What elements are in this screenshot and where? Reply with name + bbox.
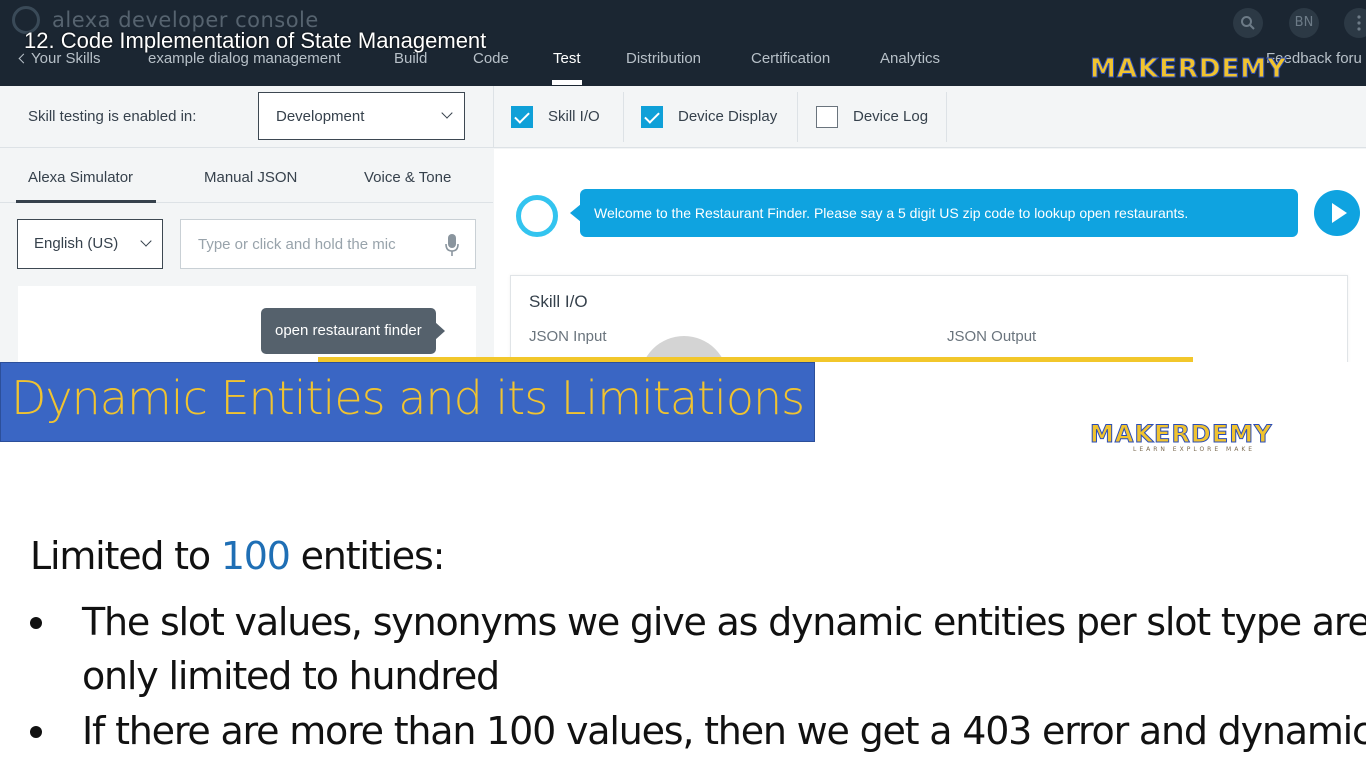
- nav-tab-distribution[interactable]: Distribution: [626, 50, 701, 67]
- makerdemy-logo-watermark-top: MAKERDEMY: [1090, 54, 1287, 85]
- utterance-input[interactable]: Type or click and hold the mic: [180, 219, 476, 269]
- makerdemy-tagline: LEARN EXPLORE MAKE: [1133, 446, 1256, 453]
- active-tab-indicator: [16, 200, 156, 203]
- locale-dropdown[interactable]: English (US): [17, 219, 163, 269]
- more-vertical-icon: [1357, 15, 1361, 31]
- bullet-dot: [30, 726, 42, 738]
- divider: [493, 86, 494, 148]
- skill-io-card: Skill I/O JSON Input JSON Output: [510, 275, 1348, 362]
- search-icon: [1241, 16, 1255, 30]
- slide-heading: Limited to 100 entities:: [30, 534, 446, 578]
- bullet-2-line-1: If there are more than 100 values, then …: [82, 709, 1366, 753]
- bullet-1-line-2: only limited to hundred: [82, 654, 500, 698]
- skill-io-card-title: Skill I/O: [529, 292, 588, 311]
- device-display-label: Device Display: [678, 108, 778, 125]
- tab-voice-and-tone[interactable]: Voice & Tone: [364, 169, 451, 186]
- makerdemy-logo: MAKERDEMY: [1090, 420, 1273, 449]
- search-button[interactable]: [1233, 8, 1263, 38]
- tab-manual-json[interactable]: Manual JSON: [204, 169, 297, 186]
- stage-dropdown[interactable]: Development: [258, 92, 465, 140]
- chevron-down-icon: [140, 235, 152, 247]
- device-log-label: Device Log: [853, 108, 929, 125]
- skill-io-checkbox[interactable]: [511, 106, 533, 128]
- device-log-checkbox[interactable]: [816, 106, 838, 128]
- video-frame: alexa developer console Your Skills exam…: [0, 0, 1366, 768]
- stage-dropdown-value: Development: [276, 108, 365, 125]
- active-tab-indicator: [552, 80, 582, 85]
- presentation-slide: Dynamic Entities and its Limitations MAK…: [0, 362, 1366, 768]
- locale-value: English (US): [34, 235, 119, 252]
- alexa-ring-icon: [516, 195, 558, 237]
- nav-tab-test[interactable]: Test: [553, 50, 581, 67]
- slide-title-banner: Dynamic Entities and its Limitations: [0, 362, 815, 442]
- alexa-console-screenshot: alexa developer console Your Skills exam…: [0, 0, 1366, 362]
- play-response-button[interactable]: [1314, 190, 1360, 236]
- video-title: 12. Code Implementation of State Managem…: [24, 28, 487, 53]
- heading-number: 100: [220, 534, 291, 578]
- divider: [797, 92, 798, 142]
- json-input-label: JSON Input: [529, 328, 607, 345]
- skill-testing-toolbar: Skill testing is enabled in: Development…: [0, 86, 1366, 148]
- nav-tab-analytics[interactable]: Analytics: [880, 50, 940, 67]
- skill-testing-label: Skill testing is enabled in:: [28, 108, 197, 125]
- slide-title: Dynamic Entities and its Limitations: [11, 371, 805, 425]
- chevron-down-icon: [441, 107, 453, 119]
- tab-alexa-simulator[interactable]: Alexa Simulator: [28, 169, 133, 186]
- microphone-icon[interactable]: [445, 233, 459, 257]
- heading-suffix: entities:: [289, 534, 446, 578]
- user-avatar[interactable]: BN: [1289, 8, 1319, 38]
- nav-tab-certification[interactable]: Certification: [751, 50, 830, 67]
- divider: [623, 92, 624, 142]
- divider: [946, 92, 947, 142]
- device-display-checkbox[interactable]: [641, 106, 663, 128]
- utterance-placeholder: Type or click and hold the mic: [198, 236, 396, 253]
- json-output-label: JSON Output: [947, 328, 1037, 345]
- heading-prefix: Limited to: [30, 534, 221, 578]
- bullet-1-line-1: The slot values, synonyms we give as dyn…: [82, 600, 1366, 644]
- alexa-response-bubble: Welcome to the Restaurant Finder. Please…: [570, 189, 1298, 237]
- bullet-dot: [30, 617, 42, 629]
- chevron-left-icon: [18, 53, 29, 64]
- skill-io-label: Skill I/O: [548, 108, 600, 125]
- more-menu-button[interactable]: [1344, 8, 1366, 38]
- user-utterance-bubble: open restaurant finder: [261, 308, 445, 354]
- response-panel: Welcome to the Restaurant Finder. Please…: [494, 149, 1366, 362]
